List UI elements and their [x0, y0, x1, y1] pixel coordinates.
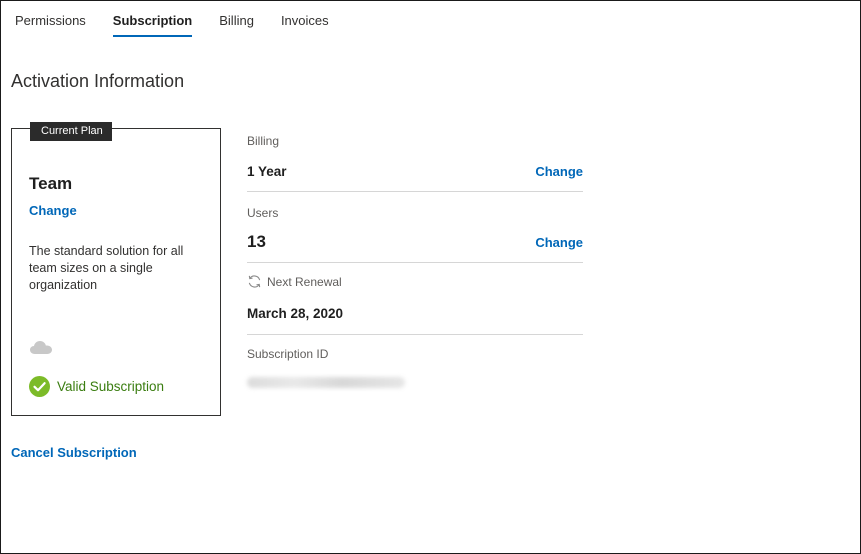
tab-bar: Permissions Subscription Billing Invoice… [15, 13, 356, 37]
page-title: Activation Information [11, 71, 185, 91]
change-billing-link[interactable]: Change [535, 164, 583, 179]
subscription-details: Billing 1 Year Change Users 13 Change Ne… [247, 130, 583, 388]
current-plan-card: Current Plan Team Change The standard so… [11, 122, 221, 416]
subscription-id-row: Subscription ID [247, 335, 583, 388]
billing-label: Billing [247, 134, 280, 148]
users-label: Users [247, 206, 279, 220]
users-row: Users 13 Change [247, 192, 583, 263]
refresh-icon [248, 275, 261, 288]
cancel-subscription-link[interactable]: Cancel Subscription [11, 445, 137, 460]
change-plan-link[interactable]: Change [29, 203, 77, 218]
tab-subscription[interactable]: Subscription [112, 13, 193, 37]
tab-permissions[interactable]: Permissions [15, 13, 86, 37]
subscription-page: Permissions Subscription Billing Invoice… [0, 0, 861, 554]
subscription-status: Valid Subscription [29, 376, 164, 397]
valid-subscription-text: Valid Subscription [57, 379, 165, 394]
plan-name: Team [29, 174, 73, 193]
check-circle-icon [29, 376, 50, 397]
plan-description: The standard solution for all team sizes… [29, 244, 184, 292]
change-users-link[interactable]: Change [535, 235, 583, 250]
tab-billing[interactable]: Billing [219, 13, 254, 37]
renewal-row: Next Renewal March 28, 2020 [247, 263, 583, 335]
current-plan-badge: Current Plan [30, 122, 112, 141]
billing-row: Billing 1 Year Change [247, 130, 583, 192]
subscription-id-value-redacted [247, 377, 405, 388]
renewal-label: Next Renewal [267, 274, 342, 289]
tab-invoices[interactable]: Invoices [281, 13, 329, 37]
renewal-label-row: Next Renewal [247, 274, 342, 289]
cloud-icon [30, 341, 52, 354]
billing-value: 1 Year [247, 164, 287, 179]
subscription-id-label: Subscription ID [247, 347, 329, 361]
users-value: 13 [247, 232, 266, 251]
renewal-value: March 28, 2020 [247, 306, 344, 321]
